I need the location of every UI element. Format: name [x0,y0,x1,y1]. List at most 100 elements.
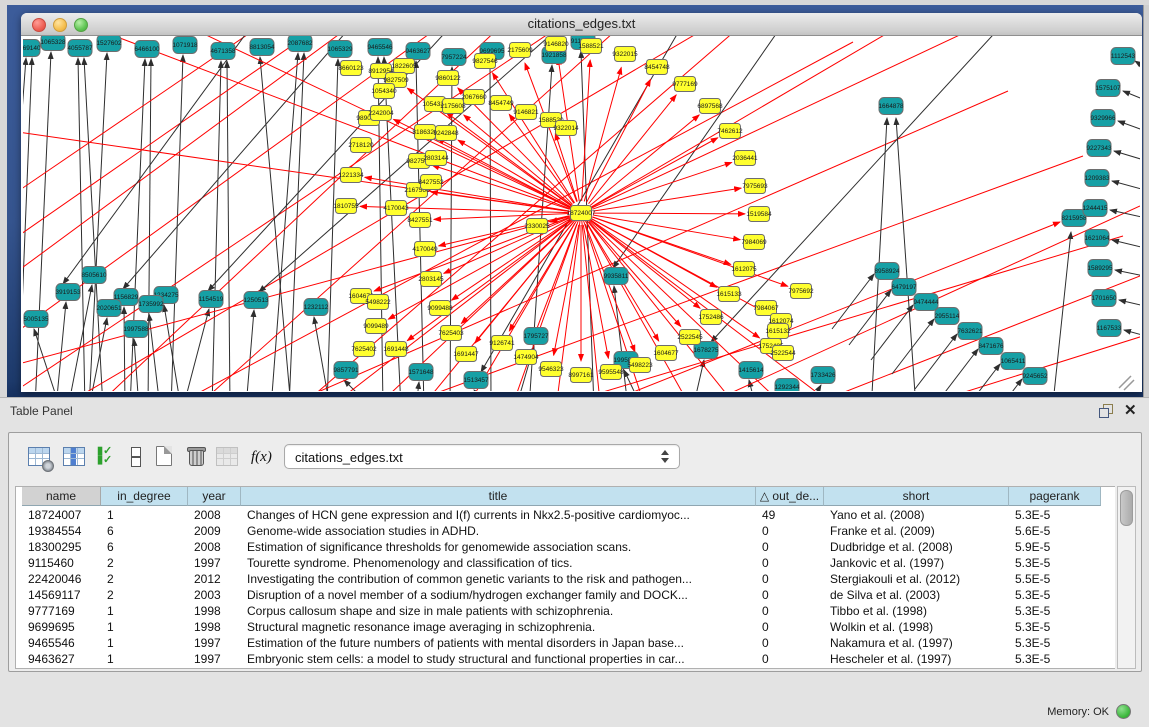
network-node[interactable]: 4170049 [412,242,438,257]
column-header-out_de[interactable]: △ out_de... [756,487,824,506]
network-node[interactable]: 1415614 [738,362,764,379]
network-node[interactable]: 9099489 [363,319,389,334]
network-node[interactable]: 3919153 [55,284,81,301]
network-node[interactable]: 1071918 [172,37,198,54]
network-node[interactable]: 1997588 [123,321,149,338]
network-node[interactable]: 2069140 [23,40,41,57]
network-node[interactable]: 1691447 [453,347,479,362]
network-node[interactable]: 1474904 [513,350,539,365]
table-selector-dropdown[interactable]: citations_edges.txt [284,444,680,469]
network-node[interactable]: 9777169 [672,77,698,92]
network-node[interactable]: 7975693 [742,179,768,194]
table-row[interactable]: 946362711997Embryonic stem cells: a mode… [16,651,1115,667]
network-node[interactable]: 1615133 [716,287,742,302]
network-node[interactable]: 2718120 [348,138,374,153]
network-node[interactable]: 1733426 [810,367,836,384]
network-hub-node[interactable]: 18724007 [567,206,596,221]
network-node[interactable]: 9827546 [472,54,498,69]
network-node[interactable]: 1795727 [523,328,549,345]
network-node[interactable]: 7625402 [351,342,377,357]
network-node[interactable]: 1232112 [304,299,329,316]
network-node[interactable]: 1221334 [338,168,364,183]
window-titlebar[interactable]: citations_edges.txt [21,13,1142,36]
row-options-button[interactable] [123,445,147,469]
table-row[interactable]: 1456911722003Disruption of a novel membe… [16,587,1115,603]
network-node[interactable]: 8427552 [418,175,444,190]
network-node[interactable]: 1691448 [383,342,409,357]
network-node[interactable]: 1167533 [1097,320,1122,337]
select-columns-button[interactable] [62,445,86,469]
select-all-button[interactable]: ▮✓▮✓ [97,447,121,471]
network-canvas[interactable]: 2069140106532840557871527602 6466100 10719… [23,36,1140,391]
network-node[interactable]: 1244415 [1082,200,1108,217]
network-node[interactable]: 9857791 [333,362,359,379]
network-node[interactable]: 2242004 [368,106,394,121]
network-node[interactable]: 2087682 [287,36,313,52]
table-row[interactable]: 969969511998Structural magnetic resonanc… [16,619,1115,635]
network-node[interactable]: 1250513 [243,292,269,309]
network-node[interactable]: 2522545 [677,330,703,345]
network-node[interactable]: 9322015 [612,47,638,62]
network-node[interactable]: 9322014 [553,121,579,136]
network-node[interactable]: 1752486 [698,310,724,325]
network-node[interactable]: 9146820 [543,37,569,52]
network-node[interactable]: 8454748 [644,60,670,75]
network-node[interactable]: 4055787 [67,40,93,57]
column-header-year[interactable]: year [188,487,241,506]
network-node[interactable]: 1527602 [96,36,122,52]
network-node[interactable]: 1065329 [327,41,353,58]
network-node[interactable]: 9227343 [1086,140,1112,157]
network-node[interactable]: 8813054 [249,39,275,56]
network-node[interactable]: 7632621 [957,323,983,340]
network-node[interactable]: 1519584 [746,207,772,222]
column-header-name[interactable]: name [22,487,101,506]
table-row[interactable]: 2242004622012Investigating the contribut… [16,571,1115,587]
scrollbar-thumb[interactable] [1120,490,1133,526]
network-node[interactable]: 2330025 [524,219,550,234]
network-node[interactable]: 2803145 [418,272,444,287]
column-header-title[interactable]: title [241,487,756,506]
network-node[interactable]: 7625403 [438,326,464,341]
network-node[interactable]: 1065411 [1001,353,1026,370]
network-node[interactable]: 7462612 [717,124,743,139]
network-node[interactable]: 8958924 [874,263,900,280]
network-node[interactable]: 2522544 [770,346,796,361]
network-node[interactable]: 9099488 [427,301,453,316]
resize-grip[interactable] [1119,376,1134,390]
network-node[interactable]: 1589295 [1087,260,1113,277]
network-node[interactable]: 2036441 [732,151,758,166]
float-panel-icon[interactable] [1099,404,1113,417]
network-node[interactable]: 2175609 [507,43,533,58]
network-node[interactable]: 9465546 [367,39,393,56]
network-node[interactable]: 6466100 [134,41,160,58]
network-node[interactable]: 8454749 [488,96,514,111]
table-row[interactable]: 946554611997Estimation of the future num… [16,635,1115,651]
network-node[interactable]: 1065328 [40,36,66,51]
network-node[interactable]: 2020651 [96,300,122,317]
network-node[interactable]: 1292344 [774,379,800,392]
network-node[interactable]: 4170043 [383,201,409,216]
network-node[interactable]: 7984069 [741,235,767,250]
column-header-short[interactable]: short [824,487,1009,506]
network-node[interactable]: 5498223 [627,358,653,373]
network-node[interactable]: 1575107 [1095,80,1121,97]
network-node[interactable]: 1735992 [138,296,164,313]
network-node[interactable]: 9126741 [489,336,515,351]
network-node[interactable]: 1154519 [199,291,224,308]
delete-table-button[interactable] [185,445,209,469]
table-row[interactable]: 977716911998Corpus callosum shape and si… [16,603,1115,619]
table-row[interactable]: 1830029562008Estimation of significance … [16,539,1115,555]
network-node[interactable]: 9146821 [513,105,539,120]
table-scrollbar[interactable] [1117,486,1136,669]
network-node[interactable]: 9474444 [913,294,939,311]
network-node[interactable]: 1822605 [391,59,417,74]
network-node[interactable]: 1604677 [653,346,679,361]
network-node[interactable]: 1615132 [765,324,791,339]
network-node[interactable]: 1588521 [578,39,604,54]
network-node[interactable]: 7957224 [441,49,467,66]
network-node[interactable]: 2067660 [461,90,487,105]
column-header-pagerank[interactable]: pagerank [1009,487,1101,506]
network-node[interactable]: 9935811 [604,268,629,285]
network-node[interactable]: 1112543 [1111,48,1136,65]
network-node[interactable]: 1054340 [371,84,397,99]
